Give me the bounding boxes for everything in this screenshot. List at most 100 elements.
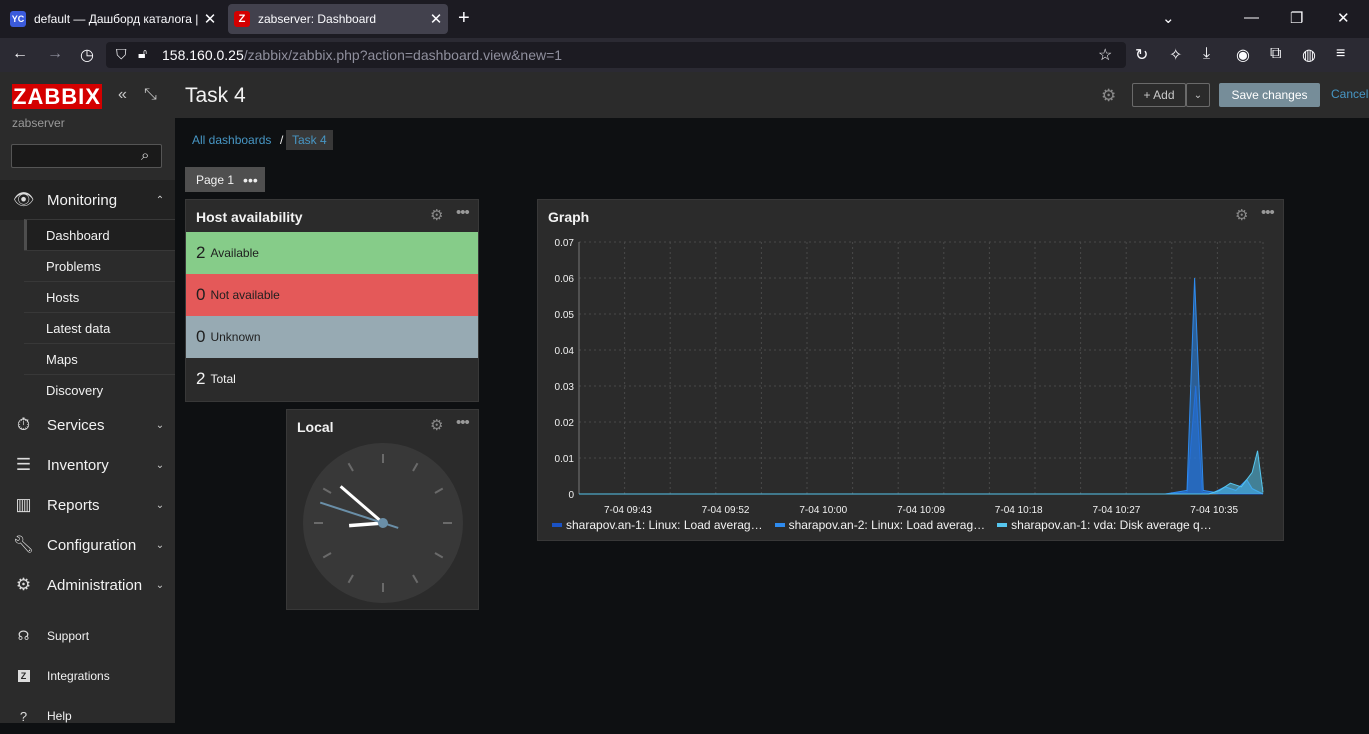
submenu-dashboard[interactable]: Dashboard [24,219,175,250]
breadcrumb-current[interactable]: Task 4 [286,130,333,150]
minimize-icon[interactable]: — [1244,9,1259,26]
y-tick-label: 0.06 [555,274,575,285]
browser-tab-zabbix[interactable]: Z zabserver: Dashboard ✕ [228,4,448,34]
bookmark-star-icon[interactable]: ☆ [1098,45,1112,65]
footer-label: Help [47,709,72,723]
widget-menu-icon[interactable]: ••• [456,204,470,221]
graph-legend: sharapov.an-1: Linux: Load averag… sharap… [552,518,1224,532]
menu-monitoring[interactable]: 👁︎ Monitoring ⌃ [0,180,175,220]
availability-row[interactable]: 2 Available [186,232,478,274]
tab-title: zabserver: Dashboard [258,12,377,26]
footer-help[interactable]: ? Help [0,698,175,734]
clock-widget: Local ⚙︎ ••• [286,409,479,610]
dashboard-settings-gear-icon[interactable]: ⚙︎ [1101,86,1116,106]
shield-icon[interactable]: ⛉ [116,46,127,63]
x-tick-label: 7-04 10:35 [1190,505,1238,515]
widget-gear-icon[interactable]: ⚙︎ [430,416,443,434]
browser-tab-yc[interactable]: YC default — Дашборд каталога | ✕ [4,4,222,34]
footer-label: Integrations [47,669,110,683]
search-icon[interactable]: ⌕ [141,147,149,164]
submenu-maps[interactable]: Maps [24,343,175,374]
page-tab-menu-icon[interactable]: ••• [243,172,258,188]
kiosk-mode-icon[interactable]: ⤡ [144,86,157,104]
legend-swatch [997,523,1008,527]
url-path: /zabbix/zabbix.php?action=dashboard.view… [243,47,563,63]
widget-title: Graph [548,209,590,225]
zabbix-logo[interactable]: ZABBIX [12,84,102,109]
widget-gear-icon[interactable]: ⚙︎ [430,206,443,224]
window-close-icon[interactable]: ✕ [1337,9,1350,27]
globe-icon[interactable]: ◍ [1302,45,1316,65]
history-icon[interactable]: ◷ [80,45,94,65]
list-icon: ☰ [15,455,32,474]
add-widget-button[interactable]: + Add [1132,83,1186,107]
wrench-icon: 🔧︎ [12,535,35,554]
widget-menu-icon[interactable]: ••• [1261,204,1275,221]
address-bar[interactable]: ⛉ 🔓︎ 158.160.0.25/zabbix/zabbix.php?acti… [106,42,1126,68]
footer-support[interactable]: ☊ Support [0,618,175,654]
cancel-link[interactable]: Cancel [1331,87,1368,101]
chevron-down-icon: ⌄ [155,579,165,591]
forward-icon[interactable]: → [47,45,63,63]
submenu-latest-data[interactable]: Latest data [24,312,175,343]
extension-avatar-icon[interactable]: ◉ [1236,45,1250,65]
server-name: zabserver [12,116,65,130]
widget-menu-icon[interactable]: ••• [456,414,470,431]
collapse-sidebar-icon[interactable]: « [118,86,127,104]
legend-item: sharapov.an-2: Linux: Load averag… [774,518,985,532]
menu-label: Monitoring [47,191,118,209]
availability-label: Available [210,246,259,260]
breadcrumb-all-dashboards[interactable]: All dashboards [192,130,271,150]
x-tick-label: 7-04 10:00 [799,505,847,515]
menu-configuration[interactable]: 🔧︎ Configuration ⌄ [0,525,175,565]
submenu-discovery[interactable]: Discovery [24,374,175,405]
dashboard-header: Task 4 ⚙︎ + Add ⌄ Save changes Cancel [175,72,1369,118]
menu-administration[interactable]: ⚙︎ Administration ⌄ [0,565,175,605]
add-dropdown-chevron-icon[interactable]: ⌄ [1186,83,1210,107]
back-icon[interactable]: ← [12,45,28,63]
menu-inventory[interactable]: ☰ Inventory ⌄ [0,445,175,485]
menu-reports[interactable]: ▥ Reports ⌄ [0,485,175,525]
availability-label: Total [210,372,236,386]
submenu-hosts[interactable]: Hosts [24,281,175,312]
gear-icon: ⚙︎ [15,575,32,594]
tab-list-chevron-icon[interactable]: ⌄ [1162,9,1175,27]
menu-services[interactable]: ⏱︎ Services ⌄ [0,405,175,445]
new-tab-icon[interactable]: + [458,7,470,30]
pocket-icon[interactable]: ✧ [1169,45,1182,65]
hamburger-menu-icon[interactable]: ≡ [1336,45,1345,63]
reload-icon[interactable]: ↻ [1135,45,1148,65]
close-tab-icon[interactable]: ✕ [198,10,222,28]
availability-row[interactable]: 0 Unknown [186,316,478,358]
x-tick-label: 7-04 09:52 [702,505,750,515]
sidebar: ZABBIX « ⤡ zabserver ⌕ 👁︎ Monitoring ⌃ D… [0,72,175,724]
legend-item: sharapov.an-1: vda: Disk average q… [997,518,1212,532]
y-tick-label: 0.04 [555,346,575,357]
save-changes-button[interactable]: Save changes [1219,83,1320,107]
series-area-3 [579,450,1263,494]
widget-title: Host availability [196,209,303,225]
close-tab-icon[interactable]: ✕ [424,10,448,28]
availability-count: 0 [196,327,206,346]
downloads-icon[interactable]: ⤓ [1203,45,1210,63]
availability-row[interactable]: 0 Not available [186,274,478,316]
y-tick-label: 0 [568,490,574,501]
widget-gear-icon[interactable]: ⚙︎ [1235,206,1248,224]
widget-title: Local [297,419,334,435]
footer-integrations[interactable]: Z Integrations [0,658,175,694]
page-title: Task 4 [185,84,246,107]
lock-insecure-icon[interactable]: 🔓︎ [138,45,147,62]
breadcrumb-separator: / [280,133,284,147]
page-tab-label: Page 1 [196,172,235,187]
extensions-icon[interactable]: ⧉ [1270,45,1281,63]
chevron-down-icon: ⌄ [155,459,165,471]
submenu-problems[interactable]: Problems [24,250,175,281]
sidebar-search-input[interactable] [11,144,162,168]
clock-center [378,518,388,528]
restore-icon[interactable]: ❐ [1290,9,1303,27]
availability-row[interactable]: 2 Total [186,358,478,400]
availability-count: 2 [196,243,206,262]
page-tab[interactable]: Page 1 ••• [185,167,265,192]
browser-nav-bar: ← → ◷ ⛉ 🔓︎ 158.160.0.25/zabbix/zabbix.ph… [0,38,1369,72]
graph-chart[interactable]: 0.07 0.06 0.05 0.04 0.03 0.02 0.01 0 7-04 09:43 7… [538,230,1283,515]
